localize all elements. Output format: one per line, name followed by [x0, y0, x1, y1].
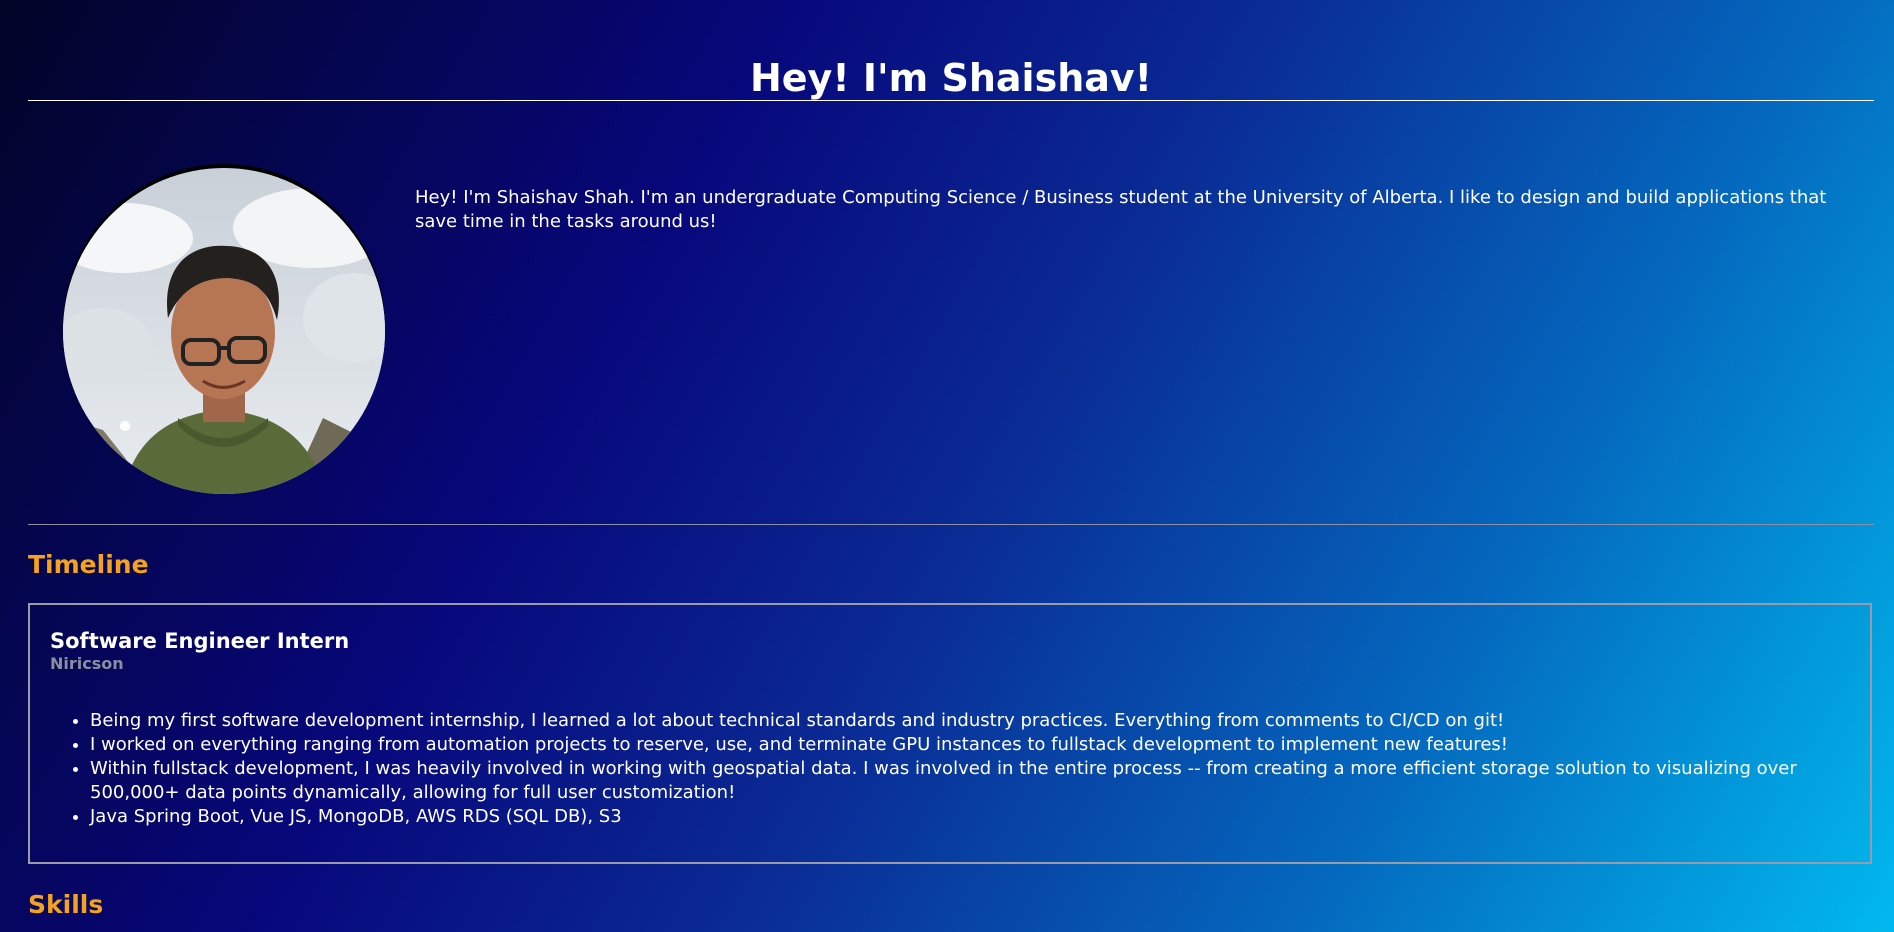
list-item: Java Spring Boot, Vue JS, MongoDB, AWS R…	[90, 805, 1850, 829]
intro-text: Hey! I'm Shaishav Shah. I'm an undergrad…	[415, 187, 1827, 232]
job-title: Software Engineer Intern	[50, 629, 350, 653]
list-item: Being my first software development inte…	[90, 709, 1850, 733]
section-divider	[28, 524, 1874, 525]
skills-heading: Skills	[28, 890, 104, 919]
list-item: I worked on everything ranging from auto…	[90, 733, 1850, 757]
timeline-entry-card: Software Engineer Intern Niricson Being …	[28, 603, 1872, 864]
title-divider	[28, 100, 1874, 101]
profile-photo	[63, 168, 385, 494]
company-name: Niricson	[50, 654, 124, 673]
responsibility-list: Being my first software development inte…	[90, 709, 1850, 829]
list-item: Within fullstack development, I was heav…	[90, 757, 1850, 805]
page-title: Hey! I'm Shaishav!	[749, 56, 1152, 100]
timeline-heading: Timeline	[28, 550, 149, 579]
